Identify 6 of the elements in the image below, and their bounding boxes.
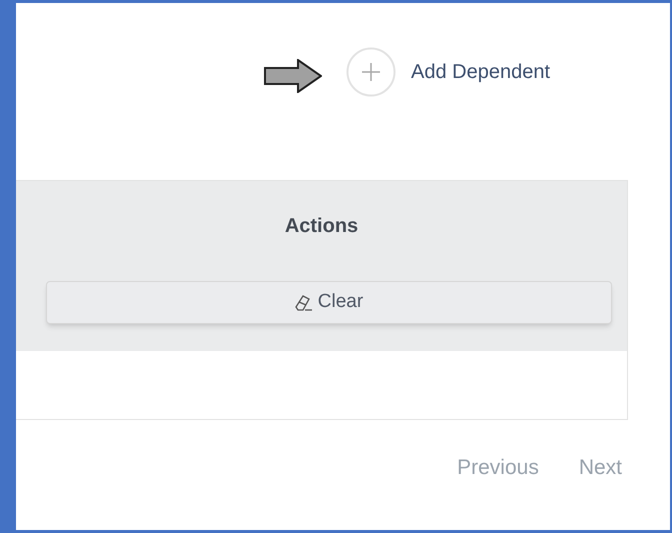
plus-icon [346, 47, 396, 97]
column-header: Actions [284, 214, 358, 239]
eraser-icon [294, 294, 314, 312]
add-dependent-button[interactable]: Add Dependent [346, 47, 550, 97]
arrow-icon [264, 59, 322, 93]
clear-button[interactable]: Clear [46, 281, 612, 324]
